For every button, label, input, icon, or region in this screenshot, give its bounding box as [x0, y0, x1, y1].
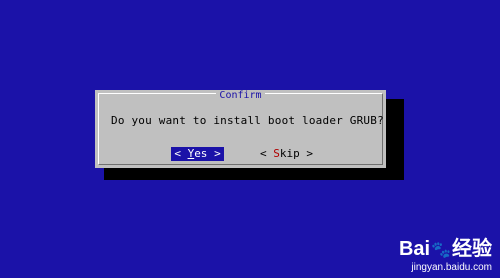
watermark-url: jingyan.baidu.com	[411, 262, 492, 273]
paw-icon: 🐾	[431, 242, 451, 259]
dialog-title: Confirm	[99, 90, 382, 101]
watermark-logo: Bai🐾经验	[398, 238, 492, 260]
baidu-watermark: Bai🐾经验 jingyan.baidu.com	[399, 238, 492, 274]
yes-button[interactable]: < Yes >	[171, 147, 224, 161]
confirm-dialog: Confirm Do you want to install boot load…	[95, 90, 386, 168]
dialog-frame: Confirm Do you want to install boot load…	[98, 90, 384, 165]
dialog-message: Do you want to install boot loader GRUB?	[111, 114, 384, 127]
skip-button[interactable]: < Skip >	[260, 147, 313, 161]
skip-hotkey: S	[273, 147, 280, 160]
